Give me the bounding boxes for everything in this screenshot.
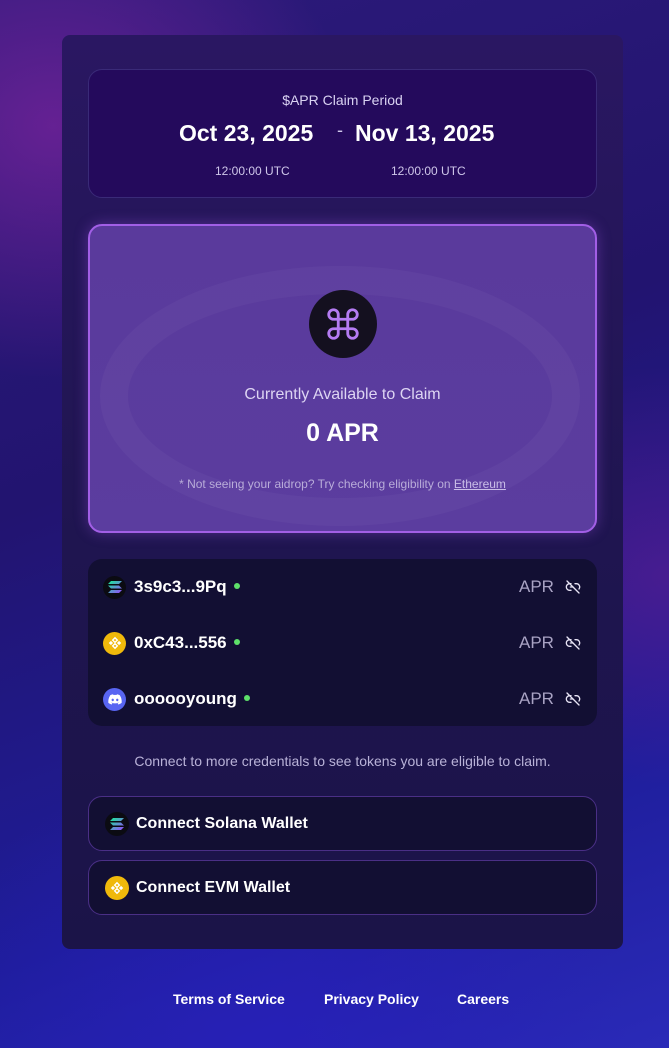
claim-period-label: $APR Claim Period — [282, 92, 403, 108]
connect-button-label: Connect EVM Wallet — [136, 878, 291, 896]
credential-token: APR — [519, 689, 554, 708]
solana-icon — [103, 575, 126, 599]
credentials-list: 3s9c3...9Pq APR 0xC43...556 APR oooooyou… — [88, 559, 597, 726]
unlink-icon[interactable] — [565, 635, 581, 651]
connect-solana-wallet-button[interactable]: Connect Solana Wallet — [88, 796, 597, 851]
connected-status-dot — [233, 638, 240, 645]
eligibility-note: * Not seeing your aidrop? Try checking e… — [90, 477, 595, 491]
bnb-icon — [105, 875, 129, 900]
claim-period-card: $APR Claim Period Oct 23, 2025 - Nov 13,… — [88, 69, 597, 198]
end-date: Nov 13, 2025 — [355, 120, 495, 146]
date-separator: - — [337, 120, 343, 140]
claim-panel: $APR Claim Period Oct 23, 2025 - Nov 13,… — [62, 35, 623, 949]
start-time: 12:00:00 UTC — [215, 164, 290, 178]
connect-more-hint: Connect to more credentials to see token… — [134, 753, 551, 769]
credential-row-discord: oooooyoung APR — [88, 679, 597, 719]
credential-row-evm: 0xC43...556 APR — [88, 623, 597, 663]
careers-link[interactable]: Careers — [457, 991, 509, 1007]
unlink-icon[interactable] — [565, 691, 581, 707]
unlink-icon[interactable] — [565, 579, 581, 595]
credential-name: 0xC43...556 — [134, 633, 227, 652]
credential-name: 3s9c3...9Pq — [134, 577, 227, 596]
start-date: Oct 23, 2025 — [179, 120, 314, 146]
discord-icon — [103, 687, 126, 711]
credential-row-solana: 3s9c3...9Pq APR — [88, 567, 597, 607]
connect-button-label: Connect Solana Wallet — [136, 814, 308, 832]
command-icon — [309, 290, 377, 358]
available-to-claim-label: Currently Available to Claim — [244, 386, 441, 403]
privacy-policy-link[interactable]: Privacy Policy — [324, 991, 419, 1007]
connected-status-dot — [233, 582, 240, 589]
ethereum-link[interactable]: Ethereum — [454, 477, 506, 491]
end-time: 12:00:00 UTC — [391, 164, 466, 178]
solana-icon — [105, 811, 129, 836]
credential-token: APR — [519, 633, 554, 652]
footer-links: Terms of Service Privacy Policy Careers — [0, 991, 669, 1011]
eligibility-note-text: * Not seeing your aidrop? Try checking e… — [179, 477, 454, 491]
connect-evm-wallet-button[interactable]: Connect EVM Wallet — [88, 860, 597, 915]
terms-of-service-link[interactable]: Terms of Service — [173, 991, 285, 1007]
bnb-icon — [103, 631, 126, 655]
credential-token: APR — [519, 577, 554, 596]
connected-status-dot — [243, 694, 250, 701]
credential-name: oooooyoung — [134, 689, 237, 708]
claim-amount: 0 APR — [306, 419, 379, 447]
claim-card: Currently Available to Claim 0 APR * Not… — [88, 224, 597, 533]
